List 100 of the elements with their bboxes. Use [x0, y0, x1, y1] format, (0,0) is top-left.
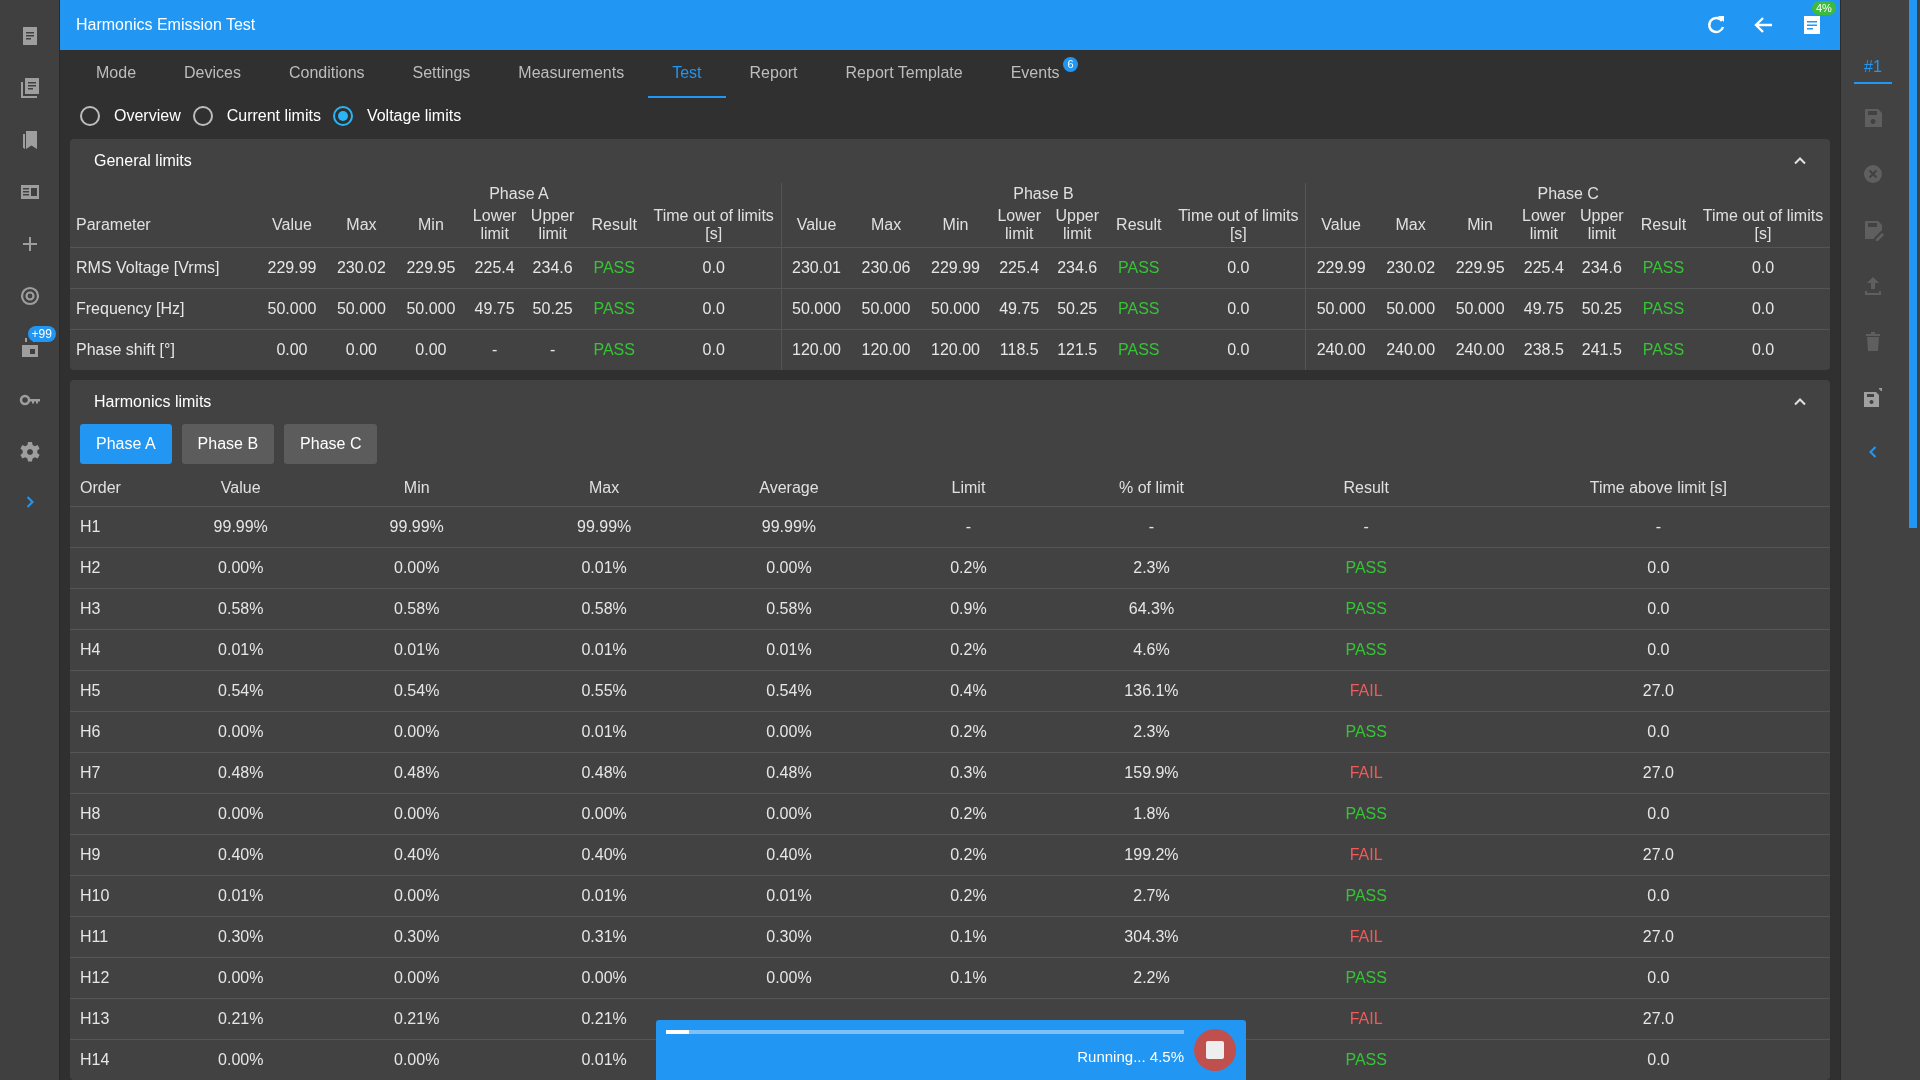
table-cell: 2.2%: [1133, 969, 1170, 986]
save-all-icon[interactable]: [1861, 386, 1885, 410]
table-cell: -: [491, 341, 498, 358]
table-cell: 0.00: [276, 341, 308, 358]
table-cell: 0.0: [1751, 259, 1775, 276]
table-cell: 199.2%: [1124, 846, 1179, 863]
column-group-header: Phase C: [1537, 185, 1599, 202]
table-cell: 0.48%: [766, 764, 812, 781]
result-status: PASS: [1642, 300, 1685, 317]
table-cell: 234.6: [1581, 259, 1622, 276]
result-status: FAIL: [1349, 928, 1383, 945]
tab[interactable]: Events 6: [986, 50, 1084, 98]
table-cell: H14: [80, 1051, 110, 1068]
progress-badge: 4%: [1812, 1, 1836, 15]
phase-button[interactable]: Phase C: [284, 424, 378, 464]
table-cell: 0.58%: [581, 600, 627, 617]
table-cell: 27.0: [1642, 764, 1674, 781]
column-header: Upper limit: [1055, 207, 1099, 242]
table-cell: 99.99%: [389, 518, 444, 535]
table-cell: 0.0: [1751, 341, 1775, 358]
table-cell: -: [1655, 518, 1662, 535]
result-status: PASS: [1642, 341, 1685, 358]
column-header: Time above limit [s]: [1589, 479, 1727, 496]
table-cell: H12: [80, 969, 110, 986]
column-header: Min: [403, 479, 430, 496]
radio-button[interactable]: [80, 106, 100, 126]
tab[interactable]: Conditions: [264, 50, 389, 98]
table-cell: 27.0: [1642, 846, 1674, 863]
table-cell: 27.0: [1642, 1010, 1674, 1027]
table-cell: 241.5: [1581, 341, 1622, 358]
table-cell: 0.00%: [218, 559, 264, 576]
table-cell: 49.75: [1523, 300, 1564, 317]
table-cell: 0.2%: [950, 846, 987, 863]
table-cell: 230.06: [861, 259, 911, 276]
table-cell: 0.00: [415, 341, 447, 358]
table-cell: H10: [80, 887, 110, 904]
notification-badge: +99: [27, 326, 56, 342]
table-cell: 0.0: [1647, 887, 1670, 904]
result-status: -: [1363, 518, 1369, 535]
table-cell: 229.99: [267, 259, 317, 276]
table-cell: 0.0: [1647, 805, 1670, 822]
table-cell: 2.3%: [1133, 723, 1170, 740]
tab[interactable]: Settings: [388, 50, 495, 98]
table-cell: 50.000: [1455, 300, 1505, 317]
column-header: Lower limit: [997, 207, 1041, 242]
settings-icon[interactable]: [17, 440, 42, 464]
table-cell: -: [1148, 518, 1155, 535]
table-cell: 50.000: [1316, 300, 1366, 317]
column-header: Result: [1116, 216, 1162, 233]
tab[interactable]: Report Template: [821, 50, 987, 98]
table-cell: 136.1%: [1124, 682, 1179, 699]
table-cell: H4: [80, 641, 101, 658]
table-cell: 2.3%: [1133, 559, 1170, 576]
column-header: Value: [1321, 216, 1361, 233]
table-cell: 159.9%: [1124, 764, 1179, 781]
table-cell: H5: [80, 682, 101, 699]
radio-button[interactable]: [332, 106, 353, 126]
table-cell: 0.54%: [394, 682, 440, 699]
result-status: PASS: [1345, 723, 1387, 740]
table-cell: 50.25: [1057, 300, 1098, 317]
column-header: Value: [272, 216, 312, 233]
tab[interactable]: Devices: [160, 50, 265, 98]
table-cell: 50.000: [861, 300, 911, 317]
table-cell: 0.01%: [581, 1051, 627, 1068]
table-cell: 120.00: [792, 341, 841, 358]
table-cell: 2.7%: [1133, 887, 1170, 904]
table-cell: 0.1%: [950, 928, 987, 945]
result-status: PASS: [1118, 341, 1160, 358]
table-cell: 0.01%: [766, 641, 812, 658]
column-header: Result: [1343, 479, 1389, 496]
table-cell: 49.75: [999, 300, 1040, 317]
table-cell: 0.0: [702, 341, 725, 358]
status-text: Running... 4.5%: [1077, 1047, 1184, 1065]
radio-label[interactable]: Voltage limits: [366, 107, 462, 125]
table-cell: 0.0: [1647, 1051, 1670, 1068]
table-cell: 0.01%: [581, 723, 627, 740]
radio-button[interactable]: [192, 106, 213, 126]
table-cell: 99.99%: [213, 518, 268, 535]
table-cell: 0.01%: [218, 641, 264, 658]
table-cell: 50.000: [931, 300, 980, 317]
radio-label[interactable]: Overview: [114, 107, 181, 125]
phase-button[interactable]: Phase B: [181, 424, 275, 464]
table-cell: 234.6: [532, 259, 573, 276]
stop-button[interactable]: [1194, 1029, 1236, 1071]
column-header: Time out of limits [s]: [1178, 207, 1299, 242]
table-cell: 0.00%: [766, 723, 812, 740]
tab[interactable]: Test: [648, 50, 726, 98]
tab[interactable]: Measurements: [494, 50, 649, 98]
table-cell: 50.000: [267, 300, 317, 317]
table-cell: H8: [80, 805, 101, 822]
tab[interactable]: Report: [725, 50, 822, 98]
table-cell: 0.21%: [581, 1010, 627, 1027]
tab[interactable]: Mode: [72, 50, 161, 98]
table-cell: 0.01%: [581, 641, 627, 658]
table-cell: 0.0: [702, 300, 725, 317]
radio-label[interactable]: Current limits: [226, 107, 321, 125]
table-cell: H3: [80, 600, 101, 617]
table-cell: 0.21%: [394, 1010, 440, 1027]
column-header: Max: [346, 216, 377, 233]
scrollbar-thumb[interactable]: [1909, 0, 1917, 528]
